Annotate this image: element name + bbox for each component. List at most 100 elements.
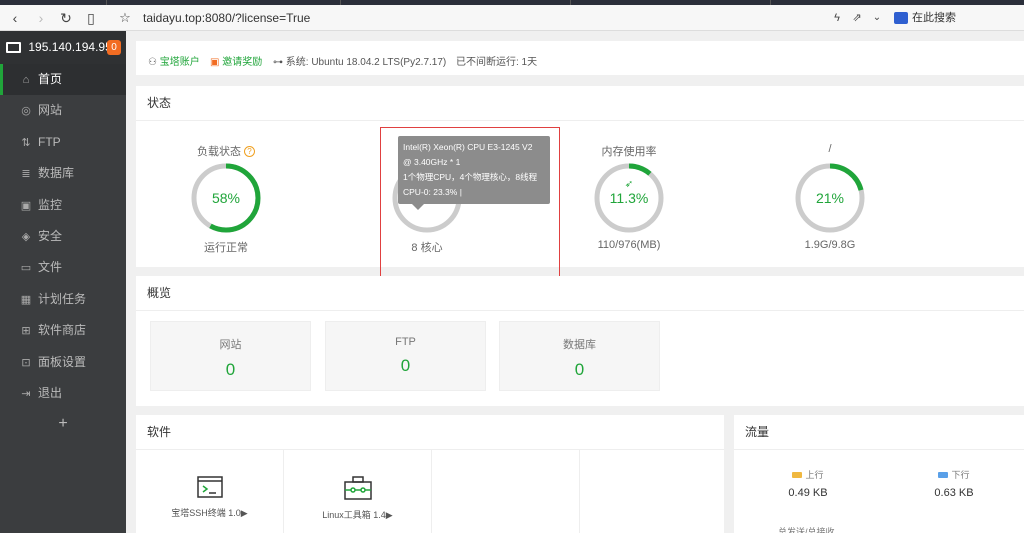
address-bar[interactable]: taidayu.top:8080/?license=True bbox=[143, 11, 310, 25]
account-link[interactable]: ⚇ 宝塔账户 bbox=[148, 53, 200, 68]
sidebar-item-10[interactable]: ⇥ 退出 bbox=[0, 378, 126, 409]
top-info-bar: ⚇ 宝塔账户 ▣ 邀请奖励 ⊶ 系统: Ubuntu 18.04.2 LTS(P… bbox=[136, 41, 1024, 75]
gauge-value: 21% bbox=[816, 190, 844, 206]
gauge-title: 内存使用率 bbox=[601, 146, 657, 158]
traffic-upload: 上行 0.49 KB bbox=[788, 470, 828, 499]
sidebar-item-3[interactable]: ≣ 数据库 bbox=[0, 158, 126, 189]
browser-toolbar: ‹ › ↻ ▯ ☆ taidayu.top:8080/?license=True… bbox=[0, 5, 1024, 31]
gauge-3[interactable]: / 21% 1.9G/9.8G bbox=[760, 143, 900, 251]
gauge-subtitle: 1.9G/9.8G bbox=[804, 239, 856, 251]
search-placeholder: 在此搜索 bbox=[912, 12, 956, 24]
gauge-value: 11.3% bbox=[610, 190, 649, 206]
upload-swatch bbox=[792, 472, 803, 478]
database-icon: ≣ bbox=[21, 168, 31, 181]
gauge-value: 58% bbox=[212, 190, 240, 206]
gauge-subtitle: 110/976(MB) bbox=[597, 239, 661, 251]
help-icon[interactable]: ? bbox=[244, 146, 255, 157]
notification-badge[interactable]: 0 bbox=[107, 40, 121, 55]
sidebar-item-label: 监控 bbox=[38, 197, 63, 212]
sidebar-item-label: 文件 bbox=[38, 260, 63, 275]
monitor-icon: ▣ bbox=[20, 199, 32, 212]
download-swatch bbox=[938, 472, 949, 478]
server-header[interactable]: 195.140.194.95 0 bbox=[0, 31, 126, 64]
uptime-info: 已不间断运行: 1天 bbox=[456, 57, 538, 68]
star-icon[interactable]: ☆ bbox=[116, 9, 134, 27]
flash-icon[interactable]: ϟ bbox=[828, 9, 846, 27]
system-info: ⊶ 系统: Ubuntu 18.04.2 LTS(Py2.7.17) bbox=[273, 57, 447, 68]
overview-websites[interactable]: 网站 0 bbox=[150, 321, 311, 391]
traffic-total: 总发送/总接收 bbox=[778, 527, 835, 533]
sidebar-menu: ⌂ 首页 ◎ 网站 ⇅ FTP ≣ 数据库 ▣ 监控 ◈ 安全 ▭ 文件 ▦ 计划任务 ⊞ 软件商店 ⊡ 面板设置 ⇥ 退… bbox=[0, 64, 126, 409]
sidebar-item-label: 面板设置 bbox=[38, 354, 87, 369]
share-icon[interactable]: ⇗ bbox=[848, 9, 866, 27]
gauge-ring: 21% bbox=[795, 163, 865, 233]
software-empty-slot bbox=[432, 450, 580, 533]
gauge-ring: 58% bbox=[191, 163, 261, 233]
gift-icon: ▣ bbox=[210, 57, 220, 68]
overview-databases[interactable]: 数据库 0 bbox=[499, 321, 660, 391]
gauge-title: 负载状态? bbox=[156, 143, 296, 158]
forward-icon[interactable]: › bbox=[32, 9, 50, 27]
gauge-title: / bbox=[828, 143, 832, 155]
add-menu-button[interactable]: + bbox=[0, 409, 126, 439]
traffic-download: 下行 0.63 KB bbox=[934, 470, 974, 499]
overview-ftp[interactable]: FTP 0 bbox=[325, 321, 486, 391]
chevron-down-icon[interactable]: ⌄ bbox=[868, 9, 886, 27]
back-icon[interactable]: ‹ bbox=[6, 9, 24, 27]
sidebar-item-7[interactable]: ▦ 计划任务 bbox=[0, 284, 126, 315]
gauge-0[interactable]: 负载状态? 58% 运行正常 bbox=[156, 143, 296, 255]
gauge-2[interactable]: 内存使用率 11.3% ➶ 110/976(MB) bbox=[559, 143, 699, 251]
user-icon: ⚇ bbox=[148, 57, 157, 68]
reader-icon[interactable]: ▯ bbox=[82, 9, 100, 27]
reload-icon[interactable]: ↻ bbox=[57, 9, 75, 27]
sidebar-item-0[interactable]: ⌂ 首页 bbox=[0, 64, 126, 96]
shield-icon: ◈ bbox=[21, 230, 31, 243]
sidebar: 195.140.194.95 0 ⌂ 首页 ◎ 网站 ⇅ FTP ≣ 数据库 ▣ 监控 ◈ 安全 ▭ 文件… bbox=[0, 31, 126, 533]
sidebar-item-label: 计划任务 bbox=[38, 291, 87, 306]
software-title: 软件 bbox=[136, 415, 724, 450]
sidebar-item-label: 首页 bbox=[38, 72, 63, 86]
sidebar-item-label: 退出 bbox=[38, 385, 63, 400]
invite-link[interactable]: ▣ 邀请奖励 bbox=[210, 53, 262, 68]
network-icon: ⊶ bbox=[273, 57, 283, 68]
gauge-subtitle: 运行正常 bbox=[204, 242, 248, 254]
sidebar-item-label: FTP bbox=[38, 134, 61, 149]
sidebar-item-2[interactable]: ⇅ FTP bbox=[0, 127, 126, 158]
home-icon: ⌂ bbox=[22, 74, 30, 86]
search-box[interactable]: 在此搜索 bbox=[894, 9, 1018, 27]
computer-icon bbox=[6, 42, 21, 54]
overview-card: 概览 网站 0 FTP 0 数据库 0 bbox=[136, 276, 1024, 406]
sidebar-item-9[interactable]: ⊡ 面板设置 bbox=[0, 347, 126, 378]
sidebar-item-5[interactable]: ◈ 安全 bbox=[0, 221, 126, 252]
apps-icon: ⊞ bbox=[21, 325, 31, 338]
sidebar-item-6[interactable]: ▭ 文件 bbox=[0, 252, 126, 283]
software-ssh-terminal[interactable]: 宝塔SSH终端 1.0▶ bbox=[136, 450, 284, 533]
traffic-card: 流量 上行 0.49 KB 下行 0.63 KB 总发送/总接收 bbox=[734, 415, 1024, 533]
rocket-icon: ➶ bbox=[625, 179, 633, 190]
terminal-icon bbox=[196, 476, 223, 498]
sidebar-item-label: 安全 bbox=[38, 228, 63, 243]
toolbox-icon bbox=[343, 476, 372, 500]
status-card: 状态 负载状态?58%运行正常7.4%8 核心内存使用率11.3%➶110/97… bbox=[136, 86, 1024, 300]
overview-title: 概览 bbox=[136, 276, 1024, 311]
calendar-icon: ▦ bbox=[20, 293, 32, 306]
search-engine-icon bbox=[894, 12, 908, 25]
settings-icon: ⊡ bbox=[21, 356, 31, 369]
software-linux-toolbox[interactable]: Linux工具箱 1.4▶ bbox=[284, 450, 432, 533]
sidebar-item-4[interactable]: ▣ 监控 bbox=[0, 190, 126, 221]
gauge-ring: 11.3%➶ bbox=[594, 163, 664, 233]
ftp-icon: ⇅ bbox=[21, 136, 31, 149]
cpu-tooltip: Intel(R) Xeon(R) CPU E3-1245 V2 @ 3.40GH… bbox=[398, 136, 550, 210]
software-card: 软件 宝塔SSH终端 1.0▶ Linux工具箱 1.4▶ bbox=[136, 415, 724, 533]
globe-icon: ◎ bbox=[21, 105, 31, 118]
sidebar-item-label: 网站 bbox=[38, 103, 63, 118]
sidebar-item-1[interactable]: ◎ 网站 bbox=[0, 95, 126, 126]
server-ip: 195.140.194.95 bbox=[28, 40, 112, 54]
main-content: ⚇ 宝塔账户 ▣ 邀请奖励 ⊶ 系统: Ubuntu 18.04.2 LTS(P… bbox=[126, 31, 1024, 533]
sidebar-item-label: 软件商店 bbox=[38, 323, 87, 338]
sidebar-item-8[interactable]: ⊞ 软件商店 bbox=[0, 315, 126, 346]
status-title: 状态 bbox=[136, 86, 1024, 121]
software-empty-slot bbox=[580, 450, 728, 533]
logout-icon: ⇥ bbox=[21, 387, 31, 400]
folder-icon: ▭ bbox=[20, 262, 32, 275]
